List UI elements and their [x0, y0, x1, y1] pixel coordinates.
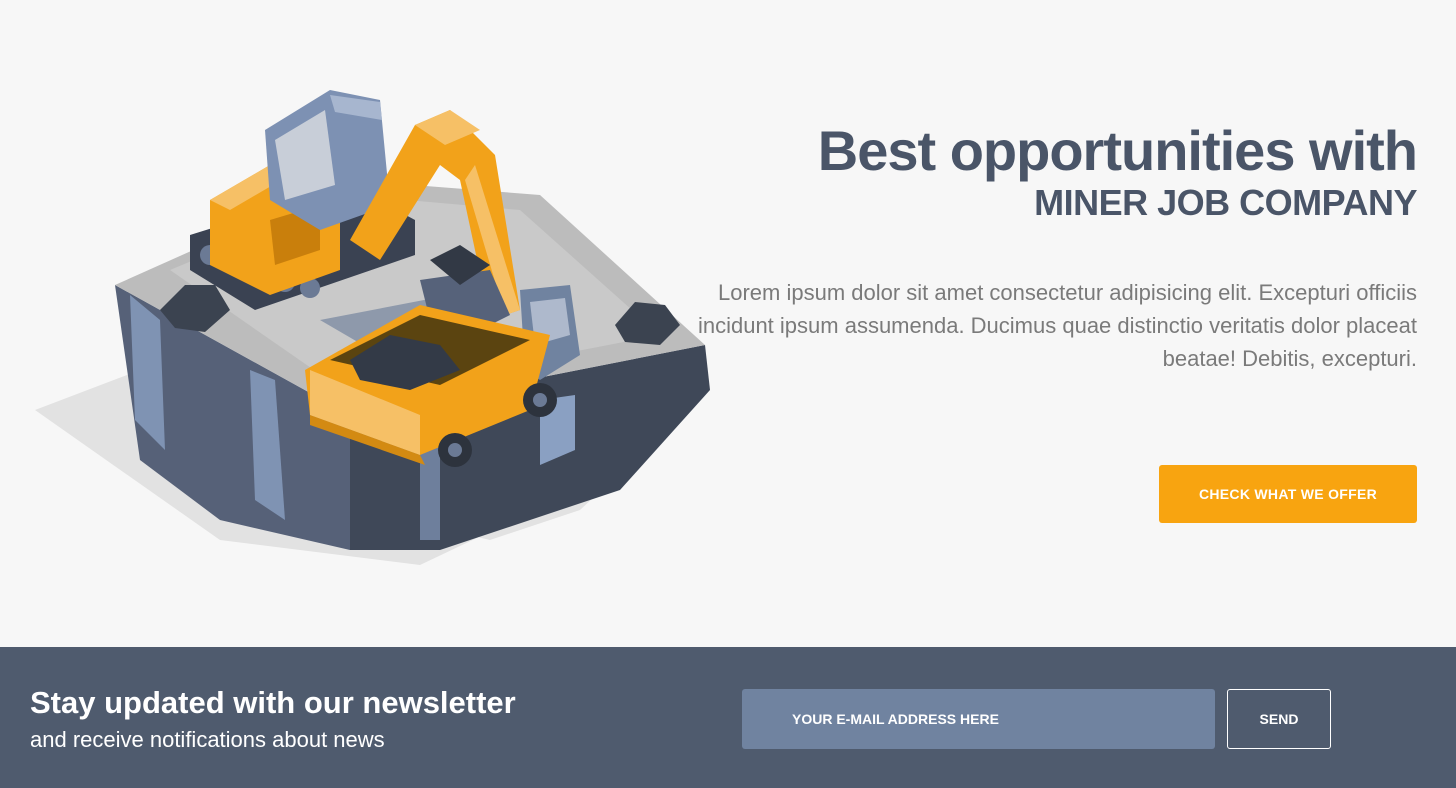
send-button[interactable]: SEND [1227, 689, 1331, 749]
newsletter-title: Stay updated with our newsletter [30, 685, 516, 720]
email-input[interactable] [742, 689, 1215, 749]
hero-lead-text: Lorem ipsum dolor sit amet consectetur a… [697, 280, 1417, 371]
hero-section: Best opportunities with MINER JOB COMPAN… [0, 0, 1456, 647]
newsletter-section: Stay updated with our newsletter and rec… [0, 647, 1456, 788]
hero-text: Best opportunities with MINER JOB COMPAN… [697, 119, 1418, 375]
check-offer-button[interactable]: CHECK WHAT WE OFFER [1159, 465, 1417, 523]
hero-subheadline: MINER JOB COMPANY [1034, 182, 1417, 223]
newsletter-subtitle: and receive notifications about news [30, 727, 385, 752]
mining-illustration [35, 90, 710, 565]
hero-headline: Best opportunities with [817, 119, 1418, 182]
